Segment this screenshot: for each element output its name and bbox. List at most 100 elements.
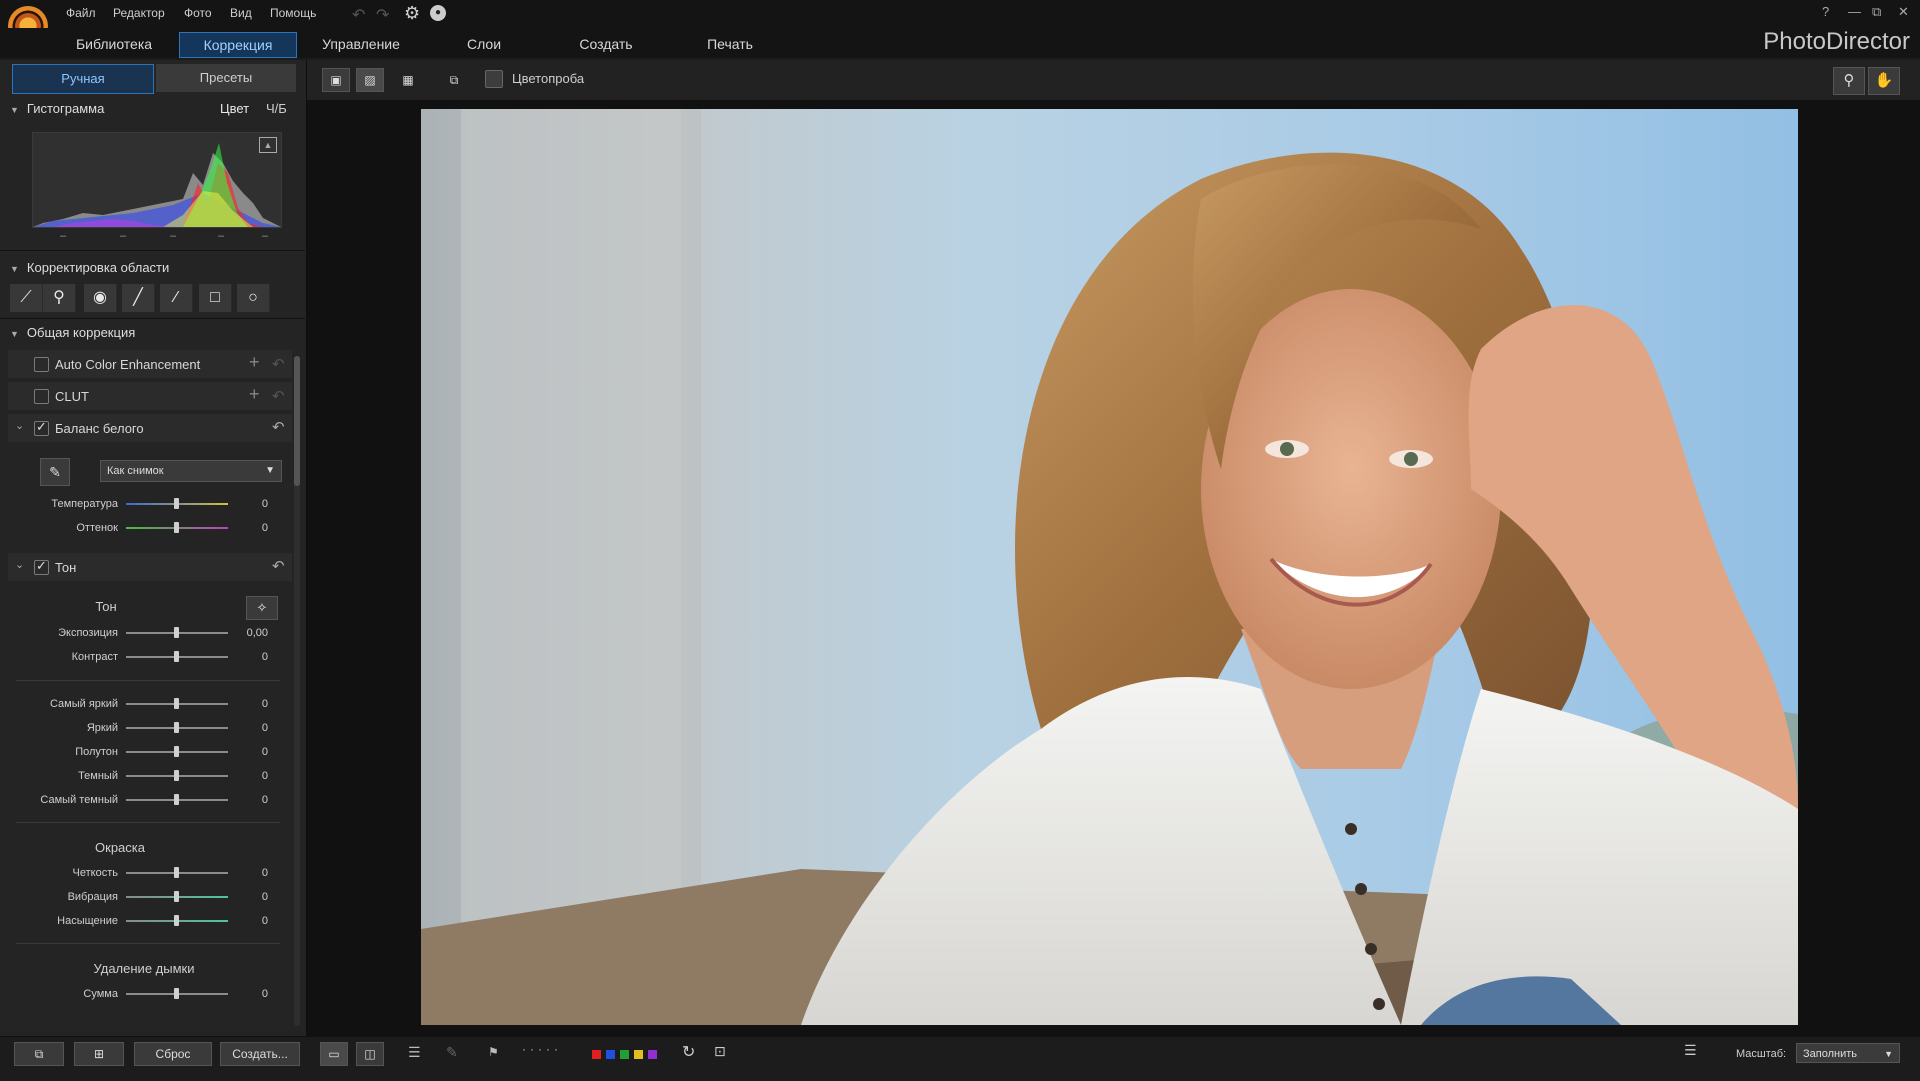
tab-adjustment[interactable]: Коррекция [179,32,297,58]
tab-print[interactable]: Печать [694,32,766,56]
menu-photo[interactable]: Фото [184,6,212,20]
auto-color-checkbox[interactable] [34,357,49,372]
browser-view-icon[interactable]: ▣ [322,68,350,92]
settings-gear-icon[interactable]: ⚙ [404,3,420,24]
darks-slider-thumb[interactable] [174,770,179,781]
contrast-slider-thumb[interactable] [174,651,179,662]
crop-straighten-tool-icon[interactable]: ⟋ [10,284,43,312]
flag-icon[interactable]: ⚑ [488,1045,499,1059]
temperature-slider-thumb[interactable] [174,498,179,509]
tab-library[interactable]: Библиотека [62,32,166,56]
saturation-slider-thumb[interactable] [174,915,179,926]
collapse-triangle-icon[interactable]: ▼ [10,264,19,274]
brights-slider-thumb[interactable] [174,722,179,733]
clut-checkbox[interactable] [34,389,49,404]
zoom-select[interactable]: Заполнить ▼ [1796,1043,1900,1063]
close-button[interactable]: ✕ [1898,4,1909,20]
compare-view-icon[interactable]: ⧉ [440,68,468,92]
shadows-slider-thumb[interactable] [174,794,179,805]
redo-icon[interactable]: ↷ [376,5,389,25]
zoom-tool-icon[interactable]: ⚲ [1833,67,1865,95]
menu-edit[interactable]: Редактор [113,6,165,20]
brush-tool-icon[interactable]: ╱ [122,284,155,312]
menu-file[interactable]: Файл [66,6,96,20]
histogram-mode-bw[interactable]: Ч/Б [266,101,287,116]
slider-value[interactable]: 0 [228,651,268,663]
grid-view-icon[interactable]: ▦ [394,68,422,92]
minimize-button[interactable]: — [1848,4,1861,19]
red-eye-tool-icon[interactable]: ◉ [84,284,117,312]
sort-icon[interactable]: ☰ [408,1044,421,1061]
reset-button[interactable]: Сброс [134,1042,212,1066]
white-balance-preset-select[interactable]: Как снимок ▼ [100,460,282,482]
auto-tone-pin-icon[interactable]: ✧ [246,596,278,620]
photo-preview[interactable] [421,109,1798,1025]
graduated-filter-tool-icon[interactable]: □ [199,284,232,312]
dehaze-slider-thumb[interactable] [174,988,179,999]
vibrance-slider-thumb[interactable] [174,891,179,902]
hand-tool-icon[interactable]: ✋ [1868,67,1900,95]
fit-screen-icon[interactable]: ⊡ [714,1043,726,1060]
spot-removal-tool-icon[interactable]: ⚲ [43,284,76,312]
rating-dots[interactable]: ····· [522,1042,562,1056]
reset-icon[interactable]: ↶ [272,418,285,436]
color-label-red[interactable] [592,1050,601,1059]
regional-adjustment-header[interactable]: ▼ Корректировка области [10,260,169,275]
save-preset-icon[interactable]: ⊞ [74,1042,124,1066]
exposure-slider-thumb[interactable] [174,627,179,638]
create-preset-button[interactable]: Создать... [220,1042,300,1066]
color-label-blue[interactable] [606,1050,615,1059]
add-icon[interactable]: + [249,384,260,405]
slider-value[interactable]: 0 [228,722,268,734]
slider-value[interactable]: 0 [228,498,268,510]
slider-value[interactable]: 0 [228,867,268,879]
single-frame-view-icon[interactable]: ▭ [320,1042,348,1066]
expand-chevron-icon[interactable]: ⌄ [15,558,24,571]
slider-value[interactable]: 0 [228,522,268,534]
eyedropper-icon[interactable]: ✎ [40,458,70,486]
highlights-slider-thumb[interactable] [174,698,179,709]
slider-value[interactable]: 0 [228,988,268,1000]
slider-value[interactable]: 0,00 [228,627,268,639]
filmstrip-toggle-icon[interactable]: ☰ [1684,1042,1697,1059]
expand-chevron-icon[interactable]: ⌄ [15,419,24,432]
clarity-slider-thumb[interactable] [174,867,179,878]
snapshot-icon[interactable]: ⧉ [14,1042,64,1066]
rotate-icon[interactable]: ↻ [682,1042,695,1062]
slider-value[interactable]: 0 [228,891,268,903]
softproof-checkbox[interactable] [485,70,503,88]
histogram-header[interactable]: ▼ Гистограмма [10,101,104,116]
help-button[interactable]: ? [1822,4,1829,19]
tab-manage[interactable]: Управление [313,32,409,56]
color-label-green[interactable] [620,1050,629,1059]
color-label-yellow[interactable] [634,1050,643,1059]
collapse-triangle-icon[interactable]: ▼ [10,105,19,115]
panel-scrollbar-thumb[interactable] [294,356,300,486]
color-label-purple[interactable] [648,1050,657,1059]
single-view-icon[interactable]: ▨ [356,68,384,92]
slider-value[interactable]: 0 [228,915,268,927]
brush-eraser-tool-icon[interactable]: ⁄ [160,284,193,312]
slider-value[interactable]: 0 [228,746,268,758]
radial-filter-tool-icon[interactable]: ○ [237,284,270,312]
global-adjustment-header[interactable]: ▼ Общая коррекция [10,325,135,340]
restore-button[interactable]: ⧉ [1872,4,1881,20]
midtones-slider-thumb[interactable] [174,746,179,757]
tint-slider-thumb[interactable] [174,522,179,533]
tab-layers[interactable]: Слои [452,32,516,56]
slider-value[interactable]: 0 [228,794,268,806]
menu-view[interactable]: Вид [230,6,252,20]
tone-checkbox[interactable] [34,558,49,575]
menu-help[interactable]: Помощь [270,6,316,20]
undo-icon[interactable]: ↶ [352,5,365,25]
slider-value[interactable]: 0 [228,770,268,782]
add-icon[interactable]: + [249,352,260,373]
white-balance-checkbox[interactable] [34,419,49,436]
tab-create[interactable]: Создать [568,32,644,56]
slider-value[interactable]: 0 [228,698,268,710]
clipping-warning-icon[interactable]: ▲ [259,137,277,153]
split-view-icon[interactable]: ◫ [356,1042,384,1066]
collapse-triangle-icon[interactable]: ▼ [10,329,19,339]
tab-manual[interactable]: Ручная [12,64,154,94]
reset-icon[interactable]: ↶ [272,557,285,575]
